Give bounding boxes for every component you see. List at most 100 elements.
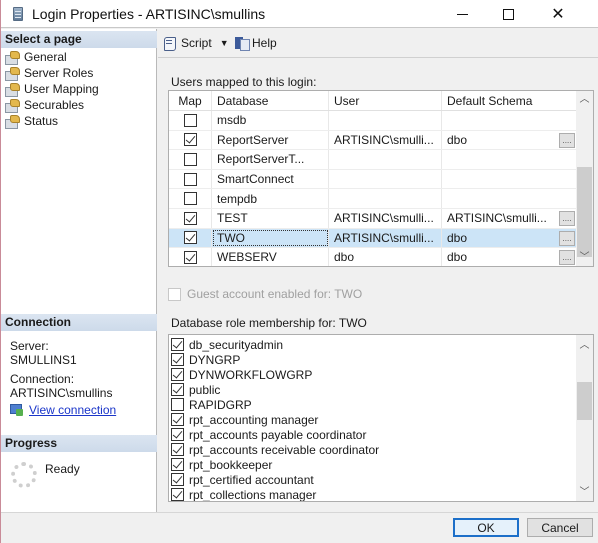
default-schema-cell[interactable] [442,170,577,189]
default-schema-cell[interactable] [442,111,577,130]
column-header-map[interactable]: Map [169,91,212,110]
map-checkbox[interactable] [183,211,197,225]
scroll-down-icon[interactable]: ﹀ [576,249,593,266]
user-cell[interactable] [329,111,442,130]
role-item[interactable]: rpt_bookkeeper [171,457,272,472]
user-cell[interactable] [329,169,442,189]
grid-row[interactable]: msdb [169,111,577,131]
grid-row[interactable]: ReportServer ARTISINC\smulli... dbo.... [169,130,577,151]
ok-button[interactable]: OK [453,518,519,537]
script-dropdown-icon[interactable]: ▼ [220,38,229,48]
map-checkbox[interactable] [183,172,197,186]
database-cell[interactable]: msdb [212,111,329,130]
role-checkbox[interactable] [171,458,184,471]
title-bar: Login Properties - ARTISINC\smullins ✕ [1,0,598,28]
role-item[interactable]: RAPIDGRP [171,397,252,412]
user-cell[interactable]: ARTISINC\smulli... [329,228,442,248]
map-checkbox[interactable] [183,192,197,206]
role-item[interactable]: public [171,382,220,397]
column-header-database[interactable]: Database [212,91,329,110]
user-cell[interactable]: dbo [329,248,442,266]
cancel-button[interactable]: Cancel [527,518,593,537]
default-schema-cell[interactable]: dbo.... [442,229,577,248]
role-checkbox[interactable] [171,338,184,351]
role-name: db_securityadmin [189,337,284,352]
user-cell[interactable] [329,189,442,208]
browse-schema-button[interactable]: .... [559,211,575,226]
scroll-down-icon[interactable]: ﹀ [576,484,593,501]
map-checkbox[interactable] [183,231,197,245]
default-schema-cell[interactable]: dbo.... [442,248,577,266]
role-checkbox[interactable] [171,368,184,381]
nav-item-securables[interactable]: Securables [5,97,84,113]
nav-item-status[interactable]: Status [5,113,58,129]
scroll-up-icon[interactable]: ︿ [576,91,593,108]
maximize-button[interactable] [485,0,531,28]
roles-list-scrollbar[interactable]: ︿ ﹀ [576,335,593,501]
nav-item-general[interactable]: General [5,49,67,65]
role-checkbox[interactable] [171,353,184,366]
browse-schema-button[interactable]: .... [559,132,575,148]
grid-row[interactable]: ReportServerT... [169,150,577,170]
browse-schema-button[interactable]: .... [559,230,575,246]
map-checkbox[interactable] [183,133,197,147]
page-icon [5,51,20,65]
user-cell[interactable]: ARTISINC\smulli... [329,209,442,228]
database-cell[interactable]: SmartConnect [212,169,329,189]
role-item[interactable]: rpt_certified accountant [171,472,314,487]
database-cell[interactable]: TEST [212,209,329,228]
role-item[interactable]: rpt_accounts payable coordinator [171,427,366,442]
view-connection-label[interactable]: View connection [29,403,116,417]
close-button[interactable]: ✕ [535,0,581,28]
grid-row[interactable]: TWO ARTISINC\smulli... dbo.... [169,228,577,249]
role-item[interactable]: rpt_accounting manager [171,412,318,427]
default-schema-cell[interactable]: ARTISINC\smulli....... [442,209,577,228]
role-checkbox[interactable] [171,398,184,411]
database-cell[interactable]: ReportServerT... [212,150,329,169]
scrollbar-thumb[interactable] [577,382,592,420]
minimize-button[interactable] [439,0,485,28]
connection-header: Connection [1,314,157,331]
map-checkbox[interactable] [183,152,197,166]
role-item[interactable]: DYNWORKFLOWGRP [171,367,312,382]
column-header-default-schema[interactable]: Default Schema [442,91,577,110]
grid-row[interactable]: SmartConnect [169,169,577,190]
default-schema-cell[interactable] [442,150,577,169]
nav-item-server-roles[interactable]: Server Roles [5,65,93,81]
browse-schema-button[interactable]: .... [559,250,575,266]
grid-row[interactable]: TEST ARTISINC\smulli... ARTISINC\smulli...… [169,209,577,229]
help-button[interactable]: Help [235,36,277,51]
role-item[interactable]: rpt_accounts receivable coordinator [171,442,379,457]
app-icon [13,7,23,21]
role-item[interactable]: rpt_collections manager [171,487,316,501]
default-schema-cell[interactable]: dbo.... [442,131,577,150]
role-item[interactable]: db_securityadmin [171,337,283,352]
role-checkbox[interactable] [171,428,184,441]
column-header-user[interactable]: User [329,91,442,110]
default-schema-cell[interactable] [442,189,577,208]
user-cell[interactable]: ARTISINC\smulli... [329,130,442,150]
database-cell[interactable]: ReportServer [212,130,329,150]
nav-item-user-mapping[interactable]: User Mapping [5,81,99,97]
role-checkbox[interactable] [171,413,184,426]
grid-row[interactable]: tempdb [169,189,577,209]
role-checkbox[interactable] [171,473,184,486]
script-button[interactable]: Script ▼ [163,36,235,51]
scroll-up-icon[interactable]: ︿ [576,337,593,354]
left-footer [1,512,158,543]
scrollbar-thumb[interactable] [577,167,592,257]
map-checkbox[interactable] [183,113,197,127]
map-checkbox[interactable] [183,250,197,264]
guest-account-checkbox[interactable] [168,287,181,301]
role-item[interactable]: DYNGRP [171,352,240,367]
role-checkbox[interactable] [171,383,184,396]
database-cell[interactable]: TWO [212,228,329,248]
users-grid-scrollbar[interactable]: ︿ ﹀ [576,91,593,266]
database-cell[interactable]: WEBSERV [212,248,329,266]
grid-row[interactable]: WEBSERV dbo dbo.... [169,248,577,266]
role-checkbox[interactable] [171,488,184,501]
role-checkbox[interactable] [171,443,184,456]
view-connection-link[interactable]: View connection [10,403,116,417]
database-cell[interactable]: tempdb [212,189,329,208]
user-cell[interactable] [329,150,442,169]
